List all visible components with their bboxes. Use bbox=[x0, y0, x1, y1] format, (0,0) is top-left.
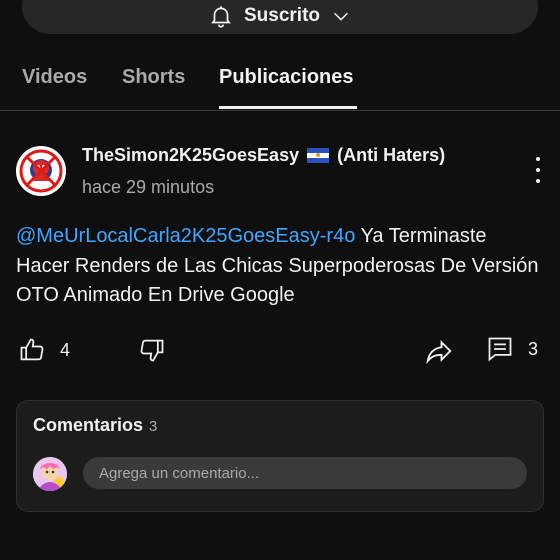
subscribed-button[interactable]: Suscrito bbox=[22, 0, 538, 34]
author-avatar[interactable] bbox=[16, 146, 66, 196]
comments-section[interactable]: Comentarios 3 Agrega un comentario... bbox=[16, 400, 544, 512]
author-suffix: (Anti Haters) bbox=[337, 145, 446, 165]
comments-count: 3 bbox=[149, 418, 158, 435]
comment-count: 3 bbox=[528, 338, 539, 359]
like-count: 4 bbox=[60, 339, 71, 360]
tab-videos[interactable]: Videos bbox=[22, 66, 87, 89]
share-icon bbox=[426, 339, 452, 365]
more-options-icon[interactable] bbox=[532, 157, 544, 183]
thumbs-up-icon bbox=[20, 338, 44, 361]
dislike-button[interactable] bbox=[138, 336, 166, 364]
tab-publicaciones[interactable]: Publicaciones bbox=[219, 66, 354, 89]
chevron-down-icon bbox=[334, 12, 348, 21]
active-tab-indicator bbox=[219, 106, 357, 109]
subscribed-label: Suscrito bbox=[243, 5, 321, 26]
post-author[interactable]: TheSimon2K25GoesEasy (Anti Haters) bbox=[82, 145, 445, 166]
channel-tabs: Videos Shorts Publicaciones bbox=[0, 58, 560, 111]
comments-button[interactable]: 3 bbox=[486, 334, 538, 364]
post-time: hace 29 minutos bbox=[82, 177, 215, 197]
add-comment-placeholder: Agrega un comentario... bbox=[99, 464, 260, 482]
thumbs-down-icon bbox=[140, 339, 164, 362]
like-button[interactable]: 4 bbox=[18, 336, 70, 364]
author-name: TheSimon2K25GoesEasy bbox=[82, 145, 300, 165]
post-body: @MeUrLocalCarla2K25GoesEasy-r4o Ya Termi… bbox=[16, 222, 541, 311]
bell-icon bbox=[211, 6, 231, 28]
comments-title: Comentarios bbox=[33, 415, 144, 435]
tab-shorts[interactable]: Shorts bbox=[122, 66, 185, 89]
add-comment-input[interactable]: Agrega un comentario... bbox=[83, 457, 527, 489]
share-button[interactable] bbox=[424, 336, 454, 366]
mention-link[interactable]: @MeUrLocalCarla2K25GoesEasy-r4o bbox=[16, 225, 355, 247]
user-avatar bbox=[33, 457, 67, 491]
comment-icon bbox=[488, 337, 512, 362]
post-actions: 4 3 bbox=[0, 332, 560, 372]
el-salvador-flag-icon bbox=[307, 148, 330, 163]
